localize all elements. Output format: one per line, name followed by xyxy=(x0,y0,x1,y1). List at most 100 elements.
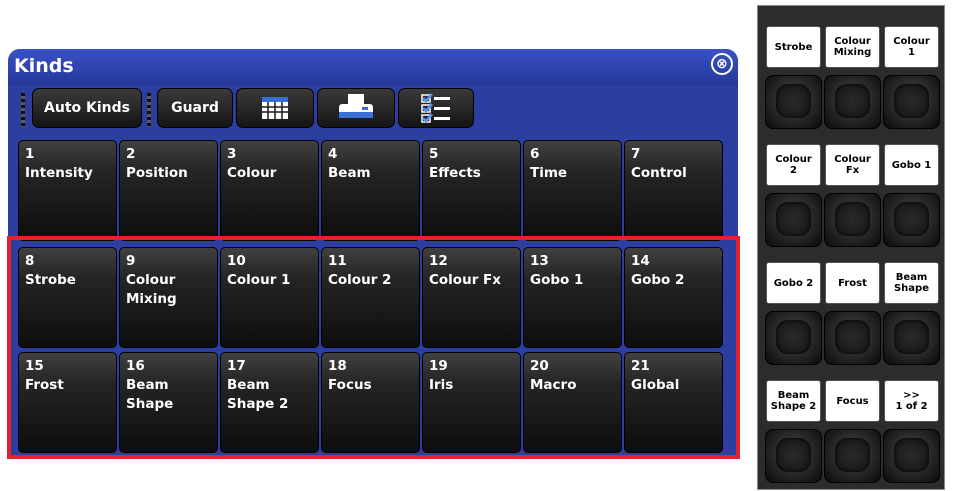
kind-number: 8 xyxy=(25,253,35,269)
kinds-window: Kinds ⊗ Auto Kinds Guard 1 Intensity 2 P… xyxy=(8,49,738,458)
print-button[interactable] xyxy=(317,88,395,128)
close-icon[interactable]: ⊗ xyxy=(711,53,733,75)
kind-button-position[interactable]: 2 Position xyxy=(119,140,218,241)
hardware-key[interactable] xyxy=(765,429,822,483)
kind-label: Beam xyxy=(328,165,371,181)
kind-button-colour-1[interactable]: 10 Colour 1 xyxy=(220,247,319,348)
key-label: Beam Shape xyxy=(884,262,939,304)
kind-number: 15 xyxy=(25,358,44,374)
kind-number: 6 xyxy=(530,146,540,162)
key-label: Focus xyxy=(825,380,880,422)
key-label: Gobo 2 xyxy=(766,262,821,304)
checklist-button[interactable] xyxy=(398,88,474,128)
kind-button-global[interactable]: 21 Global xyxy=(624,352,723,453)
hardware-key[interactable] xyxy=(883,311,940,365)
kind-number: 4 xyxy=(328,146,338,162)
title-bar: Kinds ⊗ xyxy=(8,49,738,85)
key-label: >> 1 of 2 xyxy=(884,380,939,422)
kind-button-colour-2[interactable]: 11 Colour 2 xyxy=(321,247,420,348)
kind-label: Beam Shape 2 xyxy=(227,377,289,412)
kind-button-strobe[interactable]: 8 Strobe xyxy=(18,247,117,348)
kind-label: Strobe xyxy=(25,272,76,288)
toolbar: Auto Kinds Guard xyxy=(8,85,738,135)
kind-label: Colour 1 xyxy=(227,272,291,288)
kind-button-intensity[interactable]: 1 Intensity xyxy=(18,140,117,241)
kind-number: 13 xyxy=(530,253,549,269)
hardware-key[interactable] xyxy=(883,429,940,483)
hardware-key[interactable] xyxy=(765,311,822,365)
kind-number: 2 xyxy=(126,146,136,162)
kind-label: Global xyxy=(631,377,680,393)
kinds-grid: 1 Intensity 2 Position 3 Colour 4 Beam 5 Effe… xyxy=(8,140,738,458)
kind-button-frost[interactable]: 15 Frost xyxy=(18,352,117,453)
kind-button-time[interactable]: 6 Time xyxy=(523,140,622,241)
kind-label: Effects xyxy=(429,165,481,181)
window-title: Kinds xyxy=(14,55,74,77)
kind-number: 17 xyxy=(227,358,246,374)
playback-key-panel: Strobe Colour Mixing Colour 1 Colour 2 C… xyxy=(757,5,945,490)
kind-number: 18 xyxy=(328,358,347,374)
kind-button-colour-mixing[interactable]: 9 Colour Mixing xyxy=(119,247,218,348)
key-label: Colour Fx xyxy=(825,144,880,186)
hardware-key[interactable] xyxy=(824,311,881,365)
kind-label: Position xyxy=(126,165,188,181)
key-label: Strobe xyxy=(766,26,821,68)
hardware-key[interactable] xyxy=(765,75,822,129)
grid-view-button[interactable] xyxy=(236,88,314,128)
kind-label: Colour xyxy=(227,165,277,181)
kind-label: Gobo 2 xyxy=(631,272,685,288)
kind-button-focus[interactable]: 18 Focus xyxy=(321,352,420,453)
hardware-key[interactable] xyxy=(824,429,881,483)
kind-number: 19 xyxy=(429,358,448,374)
hardware-key[interactable] xyxy=(824,193,881,247)
kind-button-beam-shape-2[interactable]: 17 Beam Shape 2 xyxy=(220,352,319,453)
hardware-key[interactable] xyxy=(765,193,822,247)
printer-icon xyxy=(339,94,373,118)
hardware-key[interactable] xyxy=(883,75,940,129)
kind-button-control[interactable]: 7 Control xyxy=(624,140,723,241)
kind-button-colour-fx[interactable]: 12 Colour Fx xyxy=(422,247,521,348)
kind-label: Colour 2 xyxy=(328,272,392,288)
kind-button-macro[interactable]: 20 Macro xyxy=(523,352,622,453)
kind-button-gobo-1[interactable]: 13 Gobo 1 xyxy=(523,247,622,348)
toolbar-grip[interactable] xyxy=(147,93,151,127)
kind-label: Control xyxy=(631,165,687,181)
kind-label: Colour Mixing xyxy=(126,272,177,307)
toolbar-grip[interactable] xyxy=(21,93,25,127)
key-label: Colour 1 xyxy=(884,26,939,68)
kind-label: Focus xyxy=(328,377,372,393)
kind-label: Gobo 1 xyxy=(530,272,584,288)
kind-number: 20 xyxy=(530,358,549,374)
kind-label: Macro xyxy=(530,377,577,393)
kind-label: Colour Fx xyxy=(429,272,501,288)
key-label: Beam Shape 2 xyxy=(766,380,821,422)
kind-number: 9 xyxy=(126,253,136,269)
kind-button-beam[interactable]: 4 Beam xyxy=(321,140,420,241)
kind-label: Beam Shape xyxy=(126,377,174,412)
auto-kinds-button[interactable]: Auto Kinds xyxy=(32,88,142,128)
hardware-key[interactable] xyxy=(824,75,881,129)
kind-number: 5 xyxy=(429,146,439,162)
kind-number: 14 xyxy=(631,253,650,269)
kind-label: Frost xyxy=(25,377,64,393)
hardware-key[interactable] xyxy=(883,193,940,247)
kind-button-colour[interactable]: 3 Colour xyxy=(220,140,319,241)
kind-number: 3 xyxy=(227,146,237,162)
kind-number: 21 xyxy=(631,358,650,374)
kind-number: 16 xyxy=(126,358,145,374)
checklist-icon xyxy=(421,93,450,123)
kind-number: 10 xyxy=(227,253,246,269)
guard-button[interactable]: Guard xyxy=(157,88,233,128)
kind-button-beam-shape[interactable]: 16 Beam Shape xyxy=(119,352,218,453)
kind-button-iris[interactable]: 19 Iris xyxy=(422,352,521,453)
kind-number: 11 xyxy=(328,253,347,269)
key-label: Colour 2 xyxy=(766,144,821,186)
kind-button-gobo-2[interactable]: 14 Gobo 2 xyxy=(624,247,723,348)
key-label: Colour Mixing xyxy=(825,26,880,68)
kind-label: Intensity xyxy=(25,165,93,181)
kind-number: 7 xyxy=(631,146,641,162)
kind-label: Iris xyxy=(429,377,454,393)
key-label: Gobo 1 xyxy=(884,144,939,186)
key-label: Frost xyxy=(825,262,880,304)
kind-button-effects[interactable]: 5 Effects xyxy=(422,140,521,241)
